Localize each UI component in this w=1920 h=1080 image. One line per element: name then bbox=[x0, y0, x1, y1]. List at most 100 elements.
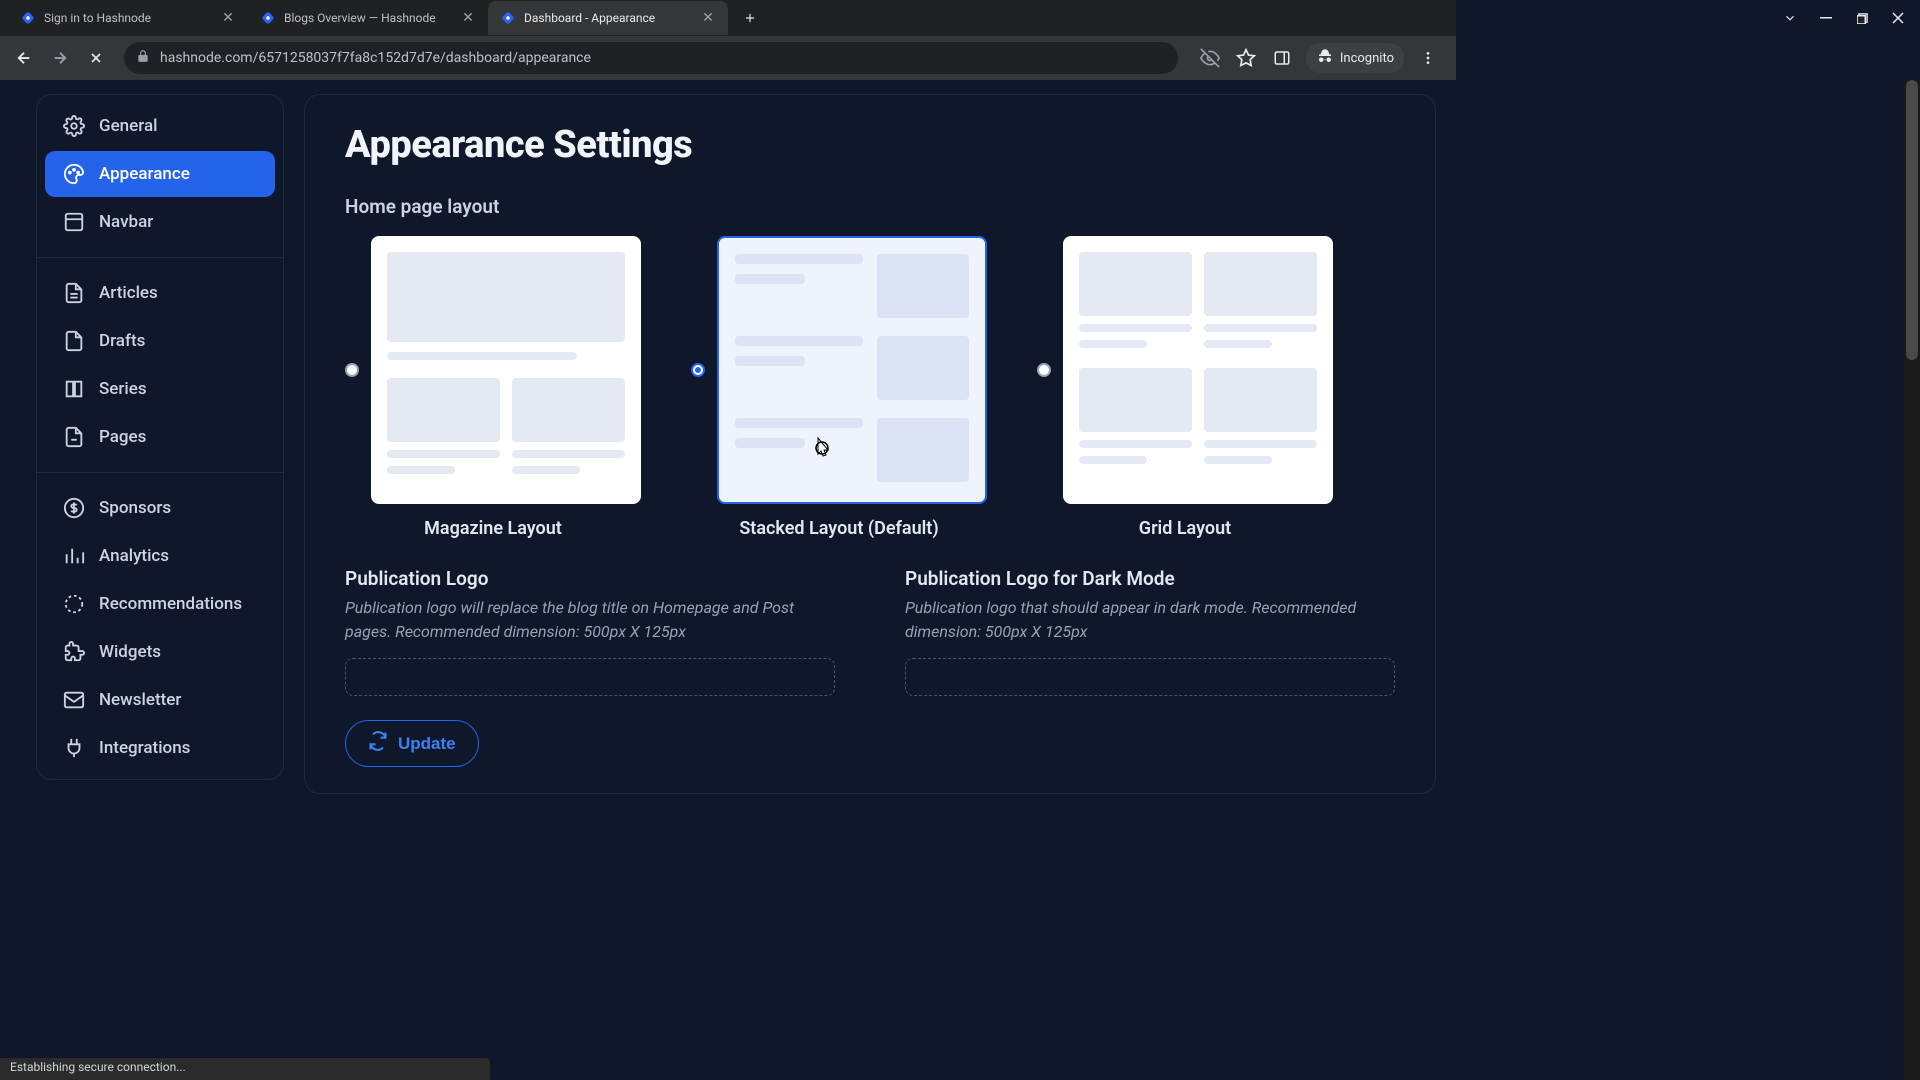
section-title-layout: Home page layout bbox=[345, 195, 1395, 218]
sidebar-item-widgets[interactable]: Widgets bbox=[45, 629, 275, 675]
eye-off-icon[interactable] bbox=[1198, 46, 1222, 70]
status-bar: Establishing secure connection... bbox=[0, 1058, 490, 1080]
scrollbar-thumb[interactable] bbox=[1906, 80, 1918, 360]
main-content: Appearance Settings Home page layout bbox=[304, 94, 1436, 794]
radio-icon[interactable] bbox=[345, 363, 359, 377]
browser-stop-button[interactable] bbox=[80, 42, 112, 74]
layout-label: Magazine Layout bbox=[424, 518, 562, 539]
logo-light-desc: Publication logo will replace the blog t… bbox=[345, 596, 835, 644]
address-url: hashnode.com/6571258037f7fa8c152d7d7e/da… bbox=[160, 50, 591, 66]
plug-icon bbox=[63, 737, 85, 759]
address-bar-row: hashnode.com/6571258037f7fa8c152d7d7e/da… bbox=[0, 36, 1456, 80]
window-minimize-icon[interactable] bbox=[1812, 4, 1840, 32]
sidebar-item-integrations[interactable]: Integrations bbox=[45, 725, 275, 771]
sidebar: General Appearance Navbar Articles bbox=[36, 94, 284, 780]
logo-light-dropzone[interactable] bbox=[345, 658, 835, 696]
update-label: Update bbox=[398, 734, 456, 754]
tab-search-icon[interactable] bbox=[1776, 4, 1804, 32]
dollar-icon bbox=[63, 497, 85, 519]
palette-icon bbox=[63, 163, 85, 185]
browser-tab[interactable]: Dashboard - Appearance ✕ bbox=[488, 1, 728, 35]
side-panel-icon[interactable] bbox=[1270, 46, 1294, 70]
new-tab-button[interactable] bbox=[736, 4, 764, 32]
pages-icon bbox=[63, 426, 85, 448]
layout-option-grid[interactable]: Grid Layout bbox=[1037, 236, 1333, 539]
divider bbox=[37, 257, 283, 258]
sidebar-label: Recommendations bbox=[99, 594, 242, 614]
browser-menu-icon[interactable] bbox=[1416, 46, 1440, 70]
update-button[interactable]: Update bbox=[345, 720, 479, 767]
chart-icon bbox=[63, 545, 85, 567]
layout-option-stacked[interactable]: Stacked Layout (Default) bbox=[691, 236, 987, 539]
logo-light-title: Publication Logo bbox=[345, 567, 835, 590]
incognito-icon bbox=[1316, 47, 1334, 69]
layout-preview-grid bbox=[1063, 236, 1333, 504]
page-title: Appearance Settings bbox=[345, 123, 1395, 167]
radio-icon[interactable] bbox=[691, 363, 705, 377]
browser-tab[interactable]: Blogs Overview — Hashnode ✕ bbox=[248, 1, 488, 35]
layout-label: Stacked Layout (Default) bbox=[739, 518, 938, 539]
sidebar-item-navbar[interactable]: Navbar bbox=[45, 199, 275, 245]
divider bbox=[37, 472, 283, 473]
series-icon bbox=[63, 378, 85, 400]
app: General Appearance Navbar Articles bbox=[0, 80, 1456, 794]
hashnode-favicon-icon bbox=[260, 10, 276, 26]
sidebar-label: Integrations bbox=[99, 738, 190, 758]
sidebar-item-analytics[interactable]: Analytics bbox=[45, 533, 275, 579]
sidebar-label: Sponsors bbox=[99, 498, 171, 518]
window-maximize-icon[interactable] bbox=[1848, 4, 1876, 32]
sidebar-label: Drafts bbox=[99, 331, 145, 351]
logo-dark-title: Publication Logo for Dark Mode bbox=[905, 567, 1395, 590]
scrollbar[interactable] bbox=[1904, 80, 1920, 1080]
sidebar-label: Analytics bbox=[99, 546, 169, 566]
draft-icon bbox=[63, 330, 85, 352]
layout-option-magazine[interactable]: Magazine Layout bbox=[345, 236, 641, 539]
logo-dark-desc: Publication logo that should appear in d… bbox=[905, 596, 1395, 644]
tab-title: Dashboard - Appearance bbox=[524, 11, 692, 25]
sidebar-label: General bbox=[99, 116, 157, 136]
sidebar-item-newsletter[interactable]: Newsletter bbox=[45, 677, 275, 723]
address-bar[interactable]: hashnode.com/6571258037f7fa8c152d7d7e/da… bbox=[124, 42, 1178, 74]
sidebar-item-articles[interactable]: Articles bbox=[45, 270, 275, 316]
document-icon bbox=[63, 282, 85, 304]
browser-forward-button[interactable] bbox=[44, 42, 76, 74]
bookmark-star-icon[interactable] bbox=[1234, 46, 1258, 70]
layout-label: Grid Layout bbox=[1139, 518, 1231, 539]
radio-icon[interactable] bbox=[1037, 363, 1051, 377]
incognito-label: Incognito bbox=[1340, 51, 1394, 66]
layout-preview-magazine bbox=[371, 236, 641, 504]
sidebar-item-recommendations[interactable]: Recommendations bbox=[45, 581, 275, 627]
sidebar-item-appearance[interactable]: Appearance bbox=[45, 151, 275, 197]
tab-close-icon[interactable]: ✕ bbox=[460, 10, 476, 26]
sidebar-label: Articles bbox=[99, 283, 158, 303]
layout-preview-stacked bbox=[717, 236, 987, 504]
sidebar-item-sponsors[interactable]: Sponsors bbox=[45, 485, 275, 531]
browser-tab[interactable]: Sign in to Hashnode ✕ bbox=[8, 1, 248, 35]
sidebar-item-pages[interactable]: Pages bbox=[45, 414, 275, 460]
sidebar-item-series[interactable]: Series bbox=[45, 366, 275, 412]
sidebar-label: Navbar bbox=[99, 212, 153, 232]
sidebar-label: Appearance bbox=[99, 164, 190, 184]
logo-dark-dropzone[interactable] bbox=[905, 658, 1395, 696]
layout-options: Magazine Layout bbox=[345, 236, 1395, 539]
tab-title: Blogs Overview — Hashnode bbox=[284, 11, 452, 25]
sidebar-label: Newsletter bbox=[99, 690, 181, 710]
hashnode-favicon-icon bbox=[500, 10, 516, 26]
window-close-icon[interactable] bbox=[1884, 4, 1912, 32]
sparkle-icon bbox=[63, 593, 85, 615]
mail-icon bbox=[63, 689, 85, 711]
sidebar-label: Pages bbox=[99, 427, 146, 447]
refresh-icon bbox=[368, 731, 388, 756]
sidebar-label: Widgets bbox=[99, 642, 161, 662]
hashnode-favicon-icon bbox=[20, 10, 36, 26]
puzzle-icon bbox=[63, 641, 85, 663]
navbar-icon bbox=[63, 211, 85, 233]
sidebar-item-general[interactable]: General bbox=[45, 103, 275, 149]
browser-back-button[interactable] bbox=[8, 42, 40, 74]
sidebar-label: Series bbox=[99, 379, 147, 399]
sidebar-item-drafts[interactable]: Drafts bbox=[45, 318, 275, 364]
lock-icon bbox=[136, 49, 150, 67]
incognito-badge[interactable]: Incognito bbox=[1306, 43, 1404, 73]
tab-close-icon[interactable]: ✕ bbox=[220, 10, 236, 26]
tab-close-icon[interactable]: ✕ bbox=[700, 10, 716, 26]
